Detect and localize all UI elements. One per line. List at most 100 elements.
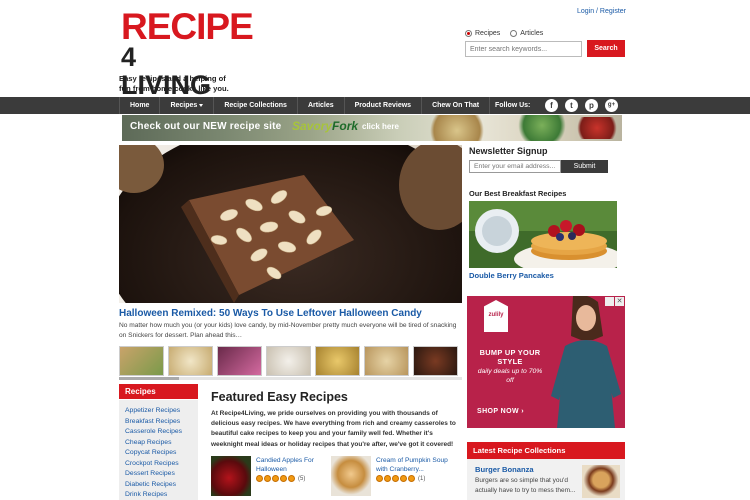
recipes-sidebar-title: Recipes — [119, 384, 198, 399]
search-button[interactable]: Search — [587, 40, 625, 57]
twitter-icon[interactable]: t — [565, 99, 578, 112]
star-icon — [288, 475, 295, 482]
radio-articles[interactable]: Articles — [510, 30, 543, 37]
hero-thumbnail[interactable] — [217, 346, 262, 376]
ad-shop-now[interactable]: SHOP NOW › — [477, 408, 524, 415]
sidebar-item-breakfast[interactable]: Breakfast Recipes — [119, 417, 198, 428]
sidebar-item-cheap[interactable]: Cheap Recipes — [119, 438, 198, 449]
banner-click-here: click here — [362, 122, 399, 131]
nav-home[interactable]: Home — [119, 97, 161, 114]
logo-line-recipe: RECIPE — [121, 6, 254, 47]
hero-thumbnail-strip — [119, 346, 462, 376]
hero-thumbnail[interactable] — [364, 346, 409, 376]
banner-brand-fork: Fork — [332, 119, 359, 133]
featured-title: Featured Easy Recipes — [211, 390, 348, 404]
banner-brand-savory: Savory — [292, 119, 333, 133]
search-input[interactable] — [465, 41, 582, 57]
thumbnail-scrollbar[interactable] — [119, 377, 462, 380]
featured-intro-text: At Recipe4Living, we pride ourselves on … — [211, 410, 456, 448]
scrollbar-thumb[interactable] — [119, 377, 179, 380]
nav-recipes-label: Recipes — [170, 102, 198, 109]
sidebar-item-appetizer[interactable]: Appetizer Recipes — [119, 406, 198, 417]
site-tagline: Easy recipes and a helping of fun from h… — [119, 74, 229, 93]
featured-recipe-card[interactable]: Candied Apples For Halloween (5) — [211, 456, 331, 496]
breakfast-recipe-link[interactable]: Double Berry Pancakes — [469, 271, 554, 280]
adchoices-icon[interactable] — [605, 297, 614, 306]
banner-check: Check out our — [130, 121, 200, 132]
recipe-link[interactable]: Candied Apples For Halloween — [256, 457, 331, 474]
zulily-advertisement[interactable]: zulily BUMP UP YOUR STYLE daily deals up… — [467, 296, 625, 428]
star-icon — [264, 475, 271, 482]
radio-recipes-label: Recipes — [475, 30, 501, 37]
latest-collections-title: Latest Recipe Collections — [467, 442, 625, 459]
zulily-logo: zulily — [484, 300, 508, 332]
follow-us-label: Follow Us: — [495, 102, 531, 109]
nav-articles[interactable]: Articles — [298, 97, 345, 114]
sidebar-item-diabetic[interactable]: Diabetic Recipes — [119, 480, 198, 491]
hero-thumbnail[interactable] — [315, 346, 360, 376]
banner-brand: SavoryFork — [292, 119, 358, 133]
sidebar-item-crockpot[interactable]: Crockpot Recipes — [119, 459, 198, 470]
breakfast-title: Our Best Breakfast Recipes — [469, 189, 567, 198]
latest-collection-link[interactable]: Burger Bonanza — [475, 465, 534, 474]
banner-site: recipe site — [229, 121, 282, 132]
hero-thumbnail[interactable] — [168, 346, 213, 376]
newsletter-title: Newsletter Signup — [469, 146, 548, 156]
star-icon — [408, 475, 415, 482]
recipe-thumbnail[interactable] — [331, 456, 371, 496]
star-icon — [272, 475, 279, 482]
hero-article-title[interactable]: Halloween Remixed: 50 Ways To Use Leftov… — [119, 308, 422, 319]
star-icon — [280, 475, 287, 482]
latest-collection-text: Burgers are so simple that you'd actuall… — [475, 477, 576, 494]
sidebar-item-copycat[interactable]: Copycat Recipes — [119, 448, 198, 459]
featured-recipe-card[interactable]: Cream of Pumpkin Soup with Cranberry... … — [331, 456, 456, 496]
rating-count: (5) — [298, 475, 306, 482]
ad-model-photo — [543, 296, 625, 428]
newsletter-email-input[interactable] — [469, 160, 561, 173]
hero-thumbnail[interactable] — [266, 346, 311, 376]
nav-recipe-collections[interactable]: Recipe Collections — [214, 97, 298, 114]
banner-food-image — [512, 115, 572, 141]
chevron-down-icon — [199, 103, 204, 107]
google-plus-icon[interactable]: g+ — [605, 99, 618, 112]
search-scope: Recipes Articles — [465, 30, 543, 37]
brownie-photo — [119, 145, 462, 303]
facebook-icon[interactable]: f — [545, 99, 558, 112]
savory-fork-banner[interactable]: Check out our NEW recipe site SavoryFork… — [122, 115, 622, 141]
close-icon[interactable]: ✕ — [615, 297, 624, 306]
sidebar-item-casserole[interactable]: Casserole Recipes — [119, 427, 198, 438]
star-icon — [376, 475, 383, 482]
pinterest-icon[interactable]: p — [585, 99, 598, 112]
login-register-link[interactable]: Login / Register — [577, 8, 626, 15]
recipe-thumbnail[interactable] — [211, 456, 251, 496]
radio-recipes-indicator — [465, 30, 472, 37]
nav-chew-on-that[interactable]: Chew On That — [422, 97, 491, 114]
banner-food-image — [422, 115, 492, 141]
ad-subline: daily deals up to 70% off — [477, 368, 543, 384]
recipe-link[interactable]: Cream of Pumpkin Soup with Cranberry... — [376, 457, 451, 474]
sidebar-item-drink[interactable]: Drink Recipes — [119, 490, 198, 500]
star-icon — [256, 475, 263, 482]
nav-recipes[interactable]: Recipes — [160, 97, 215, 114]
banner-new: NEW — [202, 121, 227, 132]
radio-recipes[interactable]: Recipes — [465, 30, 500, 37]
newsletter-submit-button[interactable]: Submit — [561, 160, 608, 173]
hero-thumbnail[interactable] — [413, 346, 458, 376]
radio-articles-label: Articles — [520, 30, 544, 37]
rating-count: (1) — [418, 475, 426, 482]
banner-food-image — [572, 117, 622, 139]
sidebar-item-dessert[interactable]: Dessert Recipes — [119, 469, 198, 480]
zulily-logo-text: zulily — [488, 312, 504, 318]
nav-product-reviews[interactable]: Product Reviews — [345, 97, 423, 114]
breakfast-recipe-image[interactable] — [469, 201, 617, 268]
burger-thumbnail[interactable] — [582, 465, 620, 498]
pancakes-photo — [469, 201, 617, 268]
star-icon — [384, 475, 391, 482]
star-icon — [392, 475, 399, 482]
rating-stars: (1) — [376, 475, 425, 482]
hero-image[interactable] — [119, 145, 462, 303]
hero-article-description: No matter how much you (or your kids) lo… — [119, 322, 457, 339]
main-nav: Home Recipes Recipe Collections Articles… — [0, 97, 750, 114]
rating-stars: (5) — [256, 475, 305, 482]
hero-thumbnail[interactable] — [119, 346, 164, 376]
